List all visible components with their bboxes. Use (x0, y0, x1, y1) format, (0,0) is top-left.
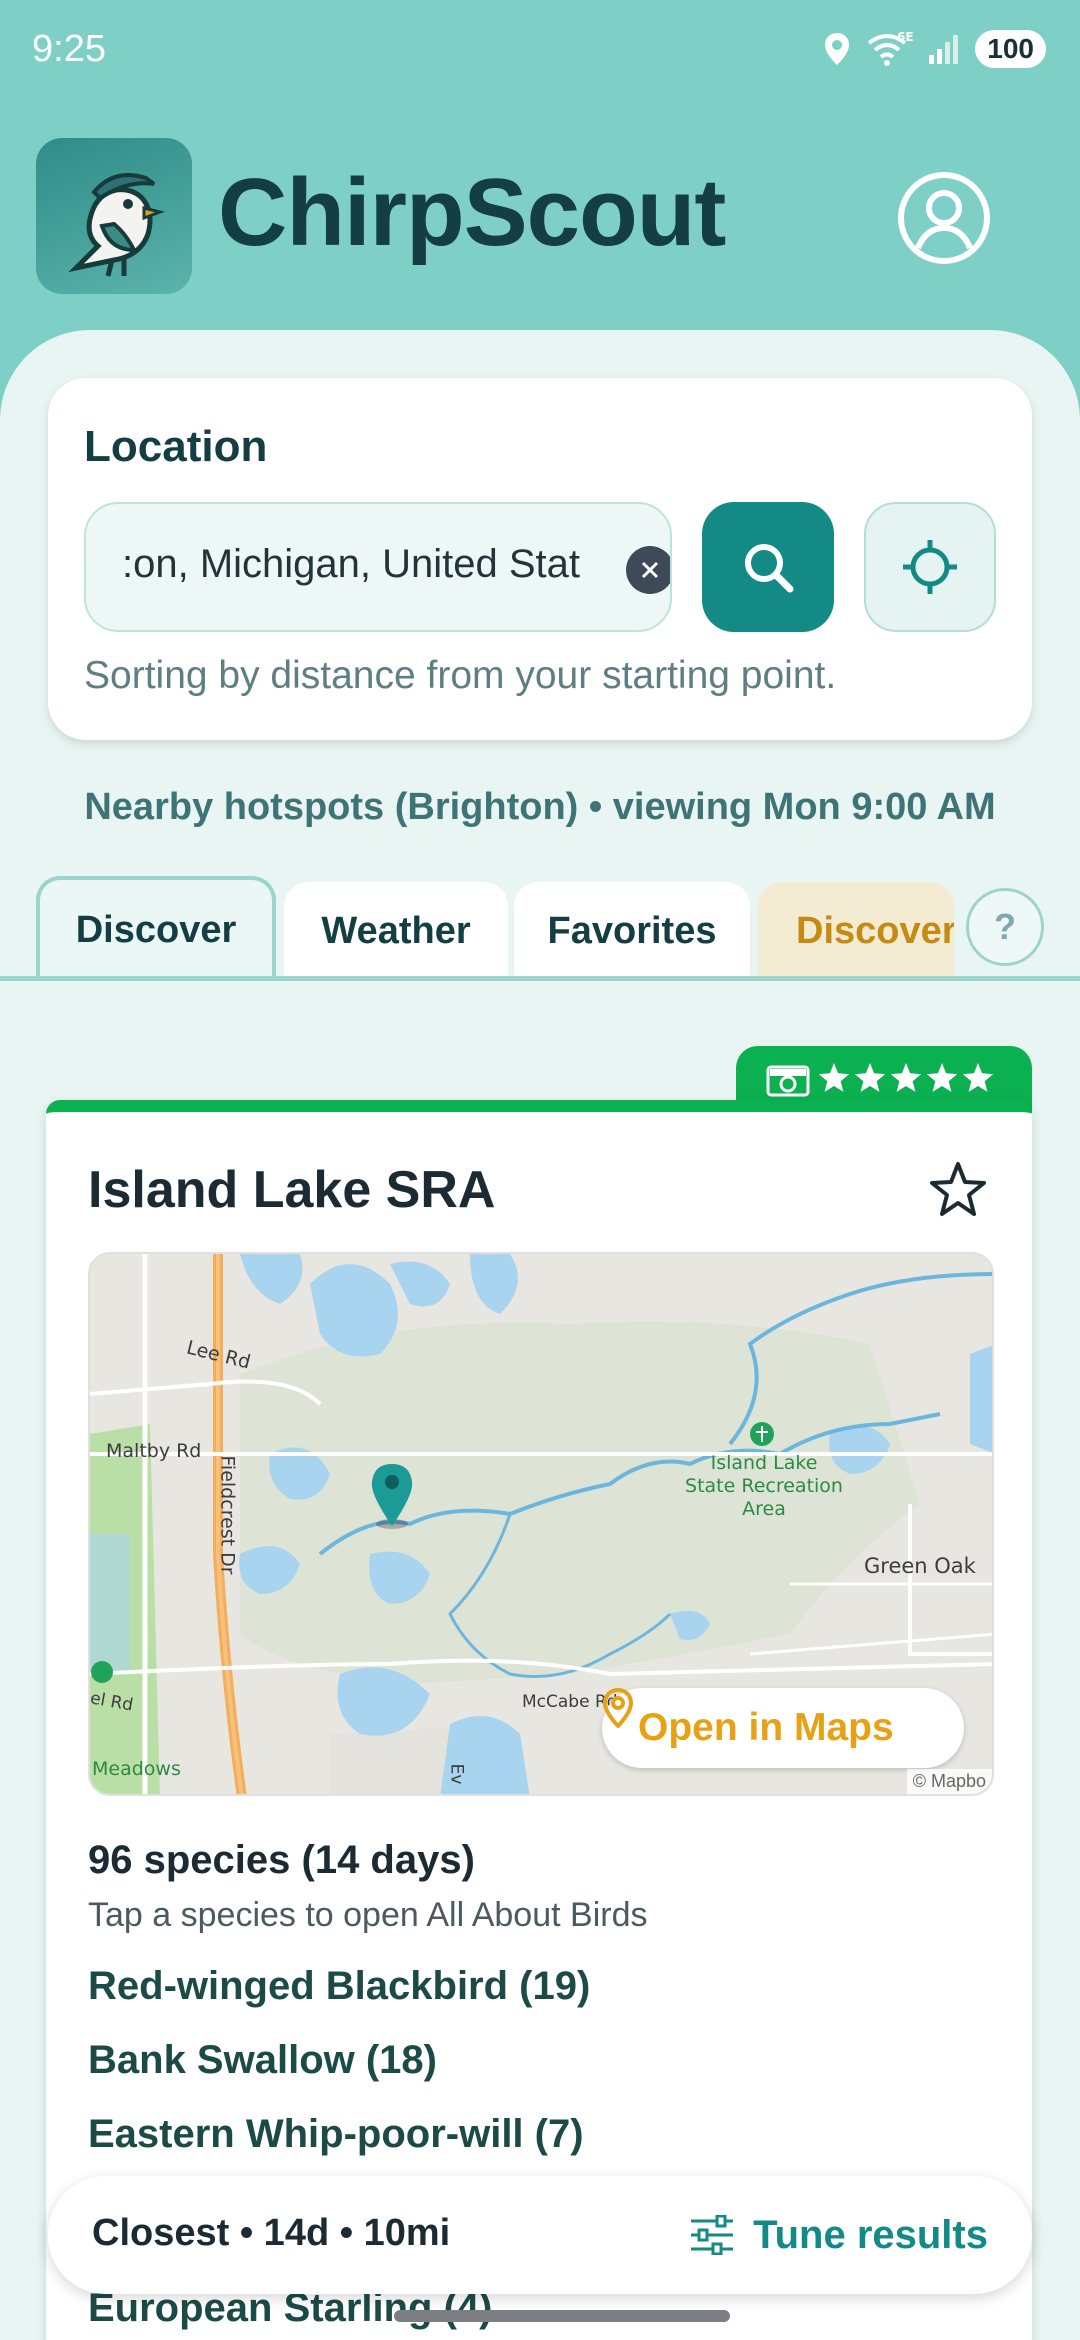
wifi-icon: 6E (865, 31, 913, 67)
status-icons: 6E 100 (823, 30, 1046, 68)
favorite-button[interactable] (926, 1158, 990, 1222)
species-item[interactable]: Bank Swallow (18) (88, 2038, 590, 2112)
map-pin-icon (602, 1688, 634, 1728)
app-title: ChirpScout (218, 159, 726, 266)
map-label-ev: Ev (446, 1763, 467, 1785)
battery-indicator: 100 (975, 30, 1046, 68)
hotspot-map[interactable]: Lee Rd Maltby Rd Fieldcrest Dr Island La… (88, 1252, 994, 1796)
app-header: ChirpScout (0, 130, 1080, 300)
location-hint: Sorting by distance from your starting p… (84, 654, 837, 697)
map-label-maltby-rd: Maltby Rd (106, 1440, 202, 1462)
status-bar: 9:25 6E 100 (0, 0, 1080, 100)
signal-icon (927, 33, 961, 65)
tune-results-label: Tune results (753, 2212, 988, 2257)
tab-discover[interactable]: Discover (36, 876, 276, 980)
search-icon (745, 544, 794, 593)
use-my-location-button[interactable] (864, 502, 996, 632)
map-label-fieldcrest-dr: Fieldcrest Dr (216, 1455, 239, 1575)
clear-input-button[interactable] (626, 546, 670, 594)
hotspot-name: Island Lake SRA (88, 1161, 496, 1219)
location-card: Location :on, Michigan, United Stat Sort… (48, 378, 1032, 740)
location-input[interactable]: :on, Michigan, United Stat (84, 502, 672, 632)
map-label-green-oak: Green Oak (864, 1554, 976, 1578)
sliders-icon (691, 2215, 734, 2255)
species-item[interactable]: Red-winged Blackbird (19) (88, 1964, 590, 2038)
map-label-meadows: Meadows (92, 1758, 181, 1780)
map-label-park: Island Lake State Recreation Area (685, 1452, 843, 1520)
tabs-underline (0, 976, 1080, 981)
rating-star-icon (854, 1063, 886, 1092)
app-logo (36, 138, 192, 294)
species-item[interactable]: Eastern Whip-poor-will (7) (88, 2112, 590, 2186)
location-input-value: :on, Michigan, United Stat (122, 542, 581, 586)
tab-discover-plus[interactable]: Discover+ (758, 882, 954, 980)
nearby-summary: Nearby hotspots (Brighton) • viewing Mon… (84, 786, 996, 828)
tab-bar: Discover Weather Favorites Discover+ ? (0, 876, 1080, 980)
star-outline-icon (930, 1162, 986, 1216)
input-fade (86, 504, 126, 630)
home-indicator[interactable] (394, 2310, 730, 2322)
svg-text:6E: 6E (897, 31, 913, 44)
search-button[interactable] (702, 502, 834, 632)
tab-favorites[interactable]: Favorites (514, 882, 750, 980)
rating-star-icon (890, 1063, 922, 1092)
tab-weather[interactable]: Weather (284, 882, 508, 980)
species-count: 96 species (14 days) (88, 1838, 475, 1882)
crosshair-icon (903, 540, 957, 594)
close-icon (641, 561, 659, 579)
star-rating (818, 1063, 994, 1092)
rating-star-icon (962, 1063, 994, 1092)
help-button[interactable]: ? (966, 888, 1044, 966)
open-in-maps-label: Open in Maps (638, 1706, 894, 1749)
species-list: Red-winged Blackbird (19) Bank Swallow (… (88, 1964, 590, 2186)
hotspot-card[interactable]: Island Lake SRA Lee Rd Maltby Rd Fieldcr… (46, 1100, 1032, 2340)
results-bar: Closest • 14d • 10mi Tune results (48, 2176, 1032, 2294)
location-pin-icon (823, 32, 851, 66)
user-avatar-icon (898, 172, 990, 264)
rating-star-icon (926, 1063, 958, 1092)
profile-button[interactable] (896, 170, 992, 266)
camera-icon (766, 1065, 810, 1097)
status-time: 9:25 (32, 28, 106, 70)
filter-summary: Closest • 14d • 10mi (92, 2212, 451, 2254)
location-label: Location (84, 422, 268, 471)
map-attribution[interactable]: © Mapbo (906, 1769, 992, 1794)
species-hint: Tap a species to open All About Birds (88, 1896, 648, 1934)
rating-star-icon (818, 1063, 850, 1092)
tune-results-button[interactable]: Tune results (689, 2202, 988, 2268)
open-in-maps-button[interactable]: Open in Maps (602, 1688, 964, 1768)
